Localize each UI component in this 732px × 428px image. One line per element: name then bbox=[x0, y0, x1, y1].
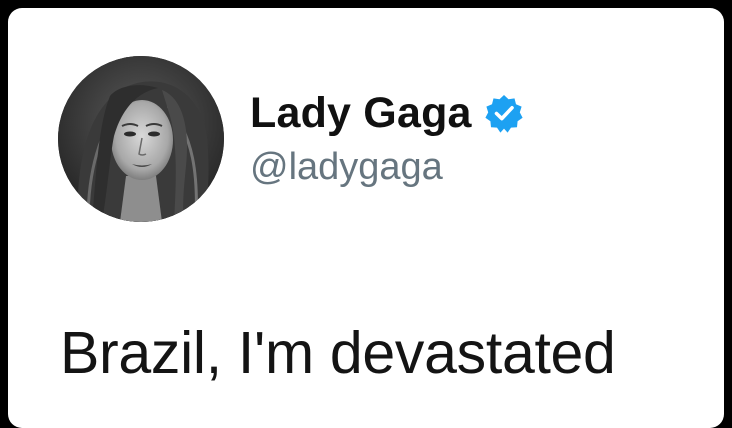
tweet-text: Brazil, I'm devastated bbox=[60, 320, 616, 386]
author-handle[interactable]: @ladygaga bbox=[250, 148, 443, 186]
screenshot-frame: Lady Gaga @ladygaga Brazil, I'm devastat… bbox=[0, 0, 732, 428]
verified-badge-icon bbox=[484, 93, 524, 133]
avatar[interactable] bbox=[58, 56, 224, 222]
profile-photo-icon bbox=[58, 56, 224, 222]
author-name-row: Lady Gaga bbox=[250, 84, 524, 142]
author-display-name[interactable]: Lady Gaga bbox=[250, 91, 472, 135]
tweet-card: Lady Gaga @ladygaga Brazil, I'm devastat… bbox=[8, 8, 724, 428]
